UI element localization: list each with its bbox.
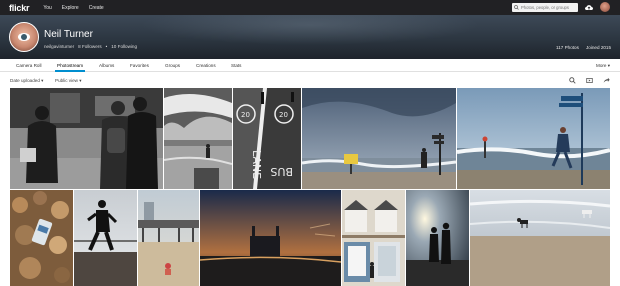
photo-beach-huts[interactable] (342, 190, 405, 286)
top-nav: You Explore Create (43, 5, 103, 11)
photo-couple-sunset[interactable] (406, 190, 469, 286)
photo-pier-child[interactable] (138, 190, 199, 286)
top-nav-bar: flickr You Explore Create (0, 0, 620, 15)
tab-stats[interactable]: Stats (231, 63, 241, 68)
profile-username: neilgavinturner (44, 44, 75, 49)
avatar-iris (21, 34, 27, 40)
photo-beach-figure[interactable] (164, 88, 232, 189)
photo-count: 117 Photos (556, 45, 579, 50)
meta-separator: • (105, 44, 108, 49)
sort-dropdown[interactable]: Date uploaded ▾ (10, 78, 43, 84)
nav-explore[interactable]: Explore (62, 5, 79, 11)
photo-dog-beach[interactable] (470, 190, 610, 286)
tab-groups[interactable]: Groups (165, 63, 180, 68)
profile-name: Neil Turner (44, 29, 93, 40)
joined-date: Joined 2015 (586, 45, 612, 50)
photo-runner-promenade[interactable] (457, 88, 610, 189)
tab-favorites[interactable]: Favorites (130, 63, 149, 68)
share-icon[interactable] (603, 77, 610, 84)
photo-bus-lane[interactable]: 20 20 BUS LANE (233, 88, 301, 189)
photo-pebbles-can[interactable] (10, 190, 73, 286)
svg-text:20: 20 (241, 111, 250, 119)
slideshow-icon[interactable] (586, 77, 593, 84)
search-icon[interactable] (569, 77, 576, 84)
profile-tabs: Camera Roll Photostream Albums Favorites… (0, 59, 620, 72)
profile-avatar (9, 22, 39, 52)
tab-creations[interactable]: Creations (196, 63, 216, 68)
followers-link[interactable]: 8 Followers (78, 44, 102, 49)
search-icon (514, 5, 519, 10)
cover-photo (0, 15, 620, 59)
svg-text:20: 20 (279, 111, 288, 119)
search-input[interactable] (521, 5, 576, 10)
account-avatar[interactable] (600, 2, 610, 12)
nav-you[interactable]: You (43, 5, 51, 11)
photo-stormy-sea-sign[interactable] (302, 88, 456, 189)
view-dropdown[interactable]: Public view ▾ (55, 78, 82, 84)
tab-photostream[interactable]: Photostream (57, 63, 83, 68)
search-box[interactable] (512, 3, 578, 12)
following-link[interactable]: 10 Following (111, 44, 137, 49)
svg-text:LANE: LANE (250, 150, 263, 179)
photo-battersea-sunset[interactable] (200, 190, 341, 286)
profile-meta: neilgavinturner 8 Followers • 10 Followi… (44, 44, 137, 49)
flickr-logo[interactable]: flickr (9, 3, 30, 13)
photo-runner-silhouette[interactable] (74, 190, 137, 286)
tab-albums[interactable]: Albums (99, 63, 114, 68)
photo-men-walking[interactable] (10, 88, 163, 189)
upload-cloud-icon[interactable] (584, 3, 594, 12)
nav-create[interactable]: Create (89, 5, 104, 11)
more-menu[interactable]: More ▾ (596, 63, 610, 69)
photostream-toolbar: Date uploaded ▾ Public view ▾ (0, 72, 620, 88)
tab-camera-roll[interactable]: Camera Roll (16, 63, 42, 68)
svg-text:BUS: BUS (270, 165, 293, 178)
